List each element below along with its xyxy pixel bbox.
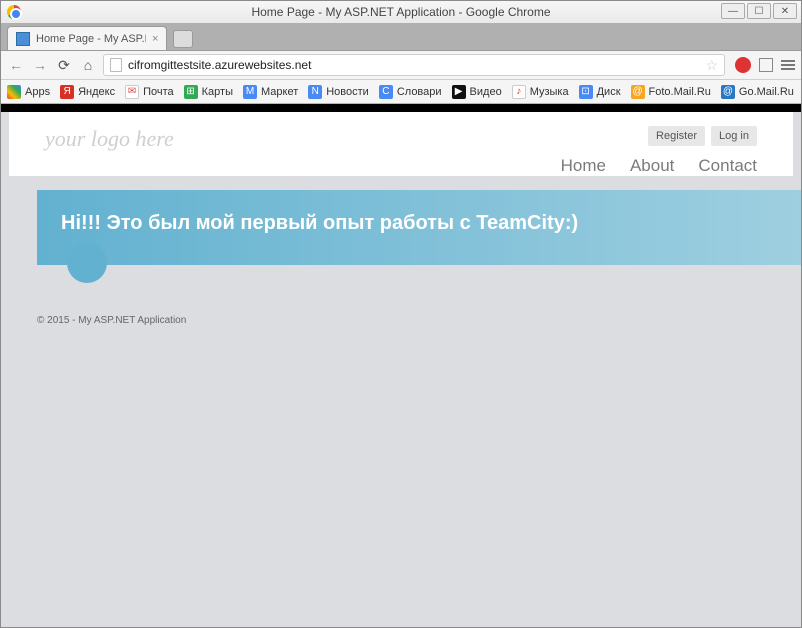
bookmark-favicon-icon: С — [379, 85, 393, 99]
hero-bubble-shape — [67, 243, 107, 283]
bookmark-item[interactable]: ✉ Почта — [125, 85, 174, 99]
site-info-icon[interactable] — [110, 58, 122, 72]
address-bar[interactable]: cifromgittestsite.azurewebsites.net ☆ — [103, 54, 725, 76]
page-header-area: your logo here Register Log in Home Abou… — [9, 112, 793, 176]
bookmark-item[interactable]: @ Go.Mail.Ru — [721, 85, 794, 99]
tab-strip: Home Page - My ASP.NE × — [1, 23, 801, 51]
minimize-button[interactable]: — — [721, 3, 745, 19]
close-window-button[interactable]: ✕ — [773, 3, 797, 19]
bookmark-favicon-icon: ⊞ — [184, 85, 198, 99]
hero-hi: Hi!!! — [61, 212, 101, 234]
chrome-menu-button[interactable] — [781, 60, 795, 70]
page-viewport: your logo here Register Log in Home Abou… — [1, 104, 801, 627]
extension-opera-icon[interactable] — [735, 57, 751, 73]
page-top-black-bar — [1, 104, 801, 112]
bookmark-label: Карты — [202, 86, 233, 98]
window-title: Home Page - My ASP.NET Application - Goo… — [1, 5, 801, 19]
browser-toolbar: ← → ⟳ ⌂ cifromgittestsite.azurewebsites.… — [1, 51, 801, 80]
apps-icon — [7, 85, 21, 99]
bookmark-label: Музыка — [530, 86, 569, 98]
bookmark-favicon-icon: ⊡ — [579, 85, 593, 99]
bookmark-label: Почта — [143, 86, 174, 98]
new-tab-button[interactable] — [173, 30, 193, 48]
url-text: cifromgittestsite.azurewebsites.net — [128, 58, 705, 72]
bookmark-favicon-icon: @ — [721, 85, 735, 99]
bookmark-label: Новости — [326, 86, 369, 98]
bookmark-label: Яндекс — [78, 86, 115, 98]
bookmark-label: Foto.Mail.Ru — [649, 86, 711, 98]
apps-label: Apps — [25, 86, 50, 98]
bookmark-label: Видео — [470, 86, 502, 98]
site-logo-text: your logo here — [45, 126, 174, 152]
bookmark-favicon-icon: M — [243, 85, 257, 99]
hero-heading: Hi!!! Это был мой первый опыт работы с T… — [61, 212, 777, 235]
browser-tab[interactable]: Home Page - My ASP.NE × — [7, 26, 167, 50]
bookmark-item[interactable]: Я Яндекс — [60, 85, 115, 99]
register-link[interactable]: Register — [648, 126, 705, 146]
tab-title: Home Page - My ASP.NE — [36, 33, 146, 45]
bookmark-favicon-icon: ▶ — [452, 85, 466, 99]
nav-about[interactable]: About — [630, 156, 674, 176]
tab-close-icon[interactable]: × — [152, 33, 158, 45]
home-button[interactable]: ⌂ — [79, 56, 97, 74]
bookmark-item[interactable]: N Новости — [308, 85, 369, 99]
forward-button[interactable]: → — [31, 56, 49, 74]
tab-favicon-icon — [16, 32, 30, 46]
bookmark-star-icon[interactable]: ☆ — [705, 57, 718, 74]
login-link[interactable]: Log in — [711, 126, 757, 146]
bookmarks-bar: Apps Я Яндекс ✉ Почта ⊞ Карты M Маркет N Новости С… — [1, 80, 801, 104]
bookmark-favicon-icon: ✉ — [125, 85, 139, 99]
bookmark-item[interactable]: ♪ Музыка — [512, 85, 569, 99]
reload-button[interactable]: ⟳ — [55, 56, 73, 74]
maximize-button[interactable]: ☐ — [747, 3, 771, 19]
bookmark-item[interactable]: ▶ Видео — [452, 85, 502, 99]
bookmark-item[interactable]: M Маркет — [243, 85, 298, 99]
bookmark-favicon-icon: Я — [60, 85, 74, 99]
nav-contact[interactable]: Contact — [698, 156, 757, 176]
chrome-logo-icon — [7, 5, 21, 19]
bookmark-label: Маркет — [261, 86, 298, 98]
bookmark-label: Диск — [597, 86, 621, 98]
bookmark-label: Словари — [397, 86, 442, 98]
nav-home[interactable]: Home — [561, 156, 606, 176]
bookmark-item[interactable]: ⊞ Карты — [184, 85, 233, 99]
apps-button[interactable]: Apps — [7, 85, 50, 99]
bookmark-item[interactable]: @ Foto.Mail.Ru — [631, 85, 711, 99]
bookmark-favicon-icon: ♪ — [512, 85, 526, 99]
page-footer: © 2015 - My ASP.NET Application — [1, 303, 801, 386]
bookmark-item[interactable]: ⊡ Диск — [579, 85, 621, 99]
window-titlebar: Home Page - My ASP.NET Application - Goo… — [1, 1, 801, 23]
hero-rest: Это был мой первый опыт работы с TeamCit… — [101, 212, 578, 234]
hero-banner: Hi!!! Это был мой первый опыт работы с T… — [37, 190, 801, 265]
bookmark-label: Go.Mail.Ru — [739, 86, 794, 98]
bookmark-favicon-icon: @ — [631, 85, 645, 99]
bookmark-item[interactable]: С Словари — [379, 85, 442, 99]
extension-button[interactable] — [759, 58, 773, 72]
back-button[interactable]: ← — [7, 56, 25, 74]
bookmark-favicon-icon: N — [308, 85, 322, 99]
